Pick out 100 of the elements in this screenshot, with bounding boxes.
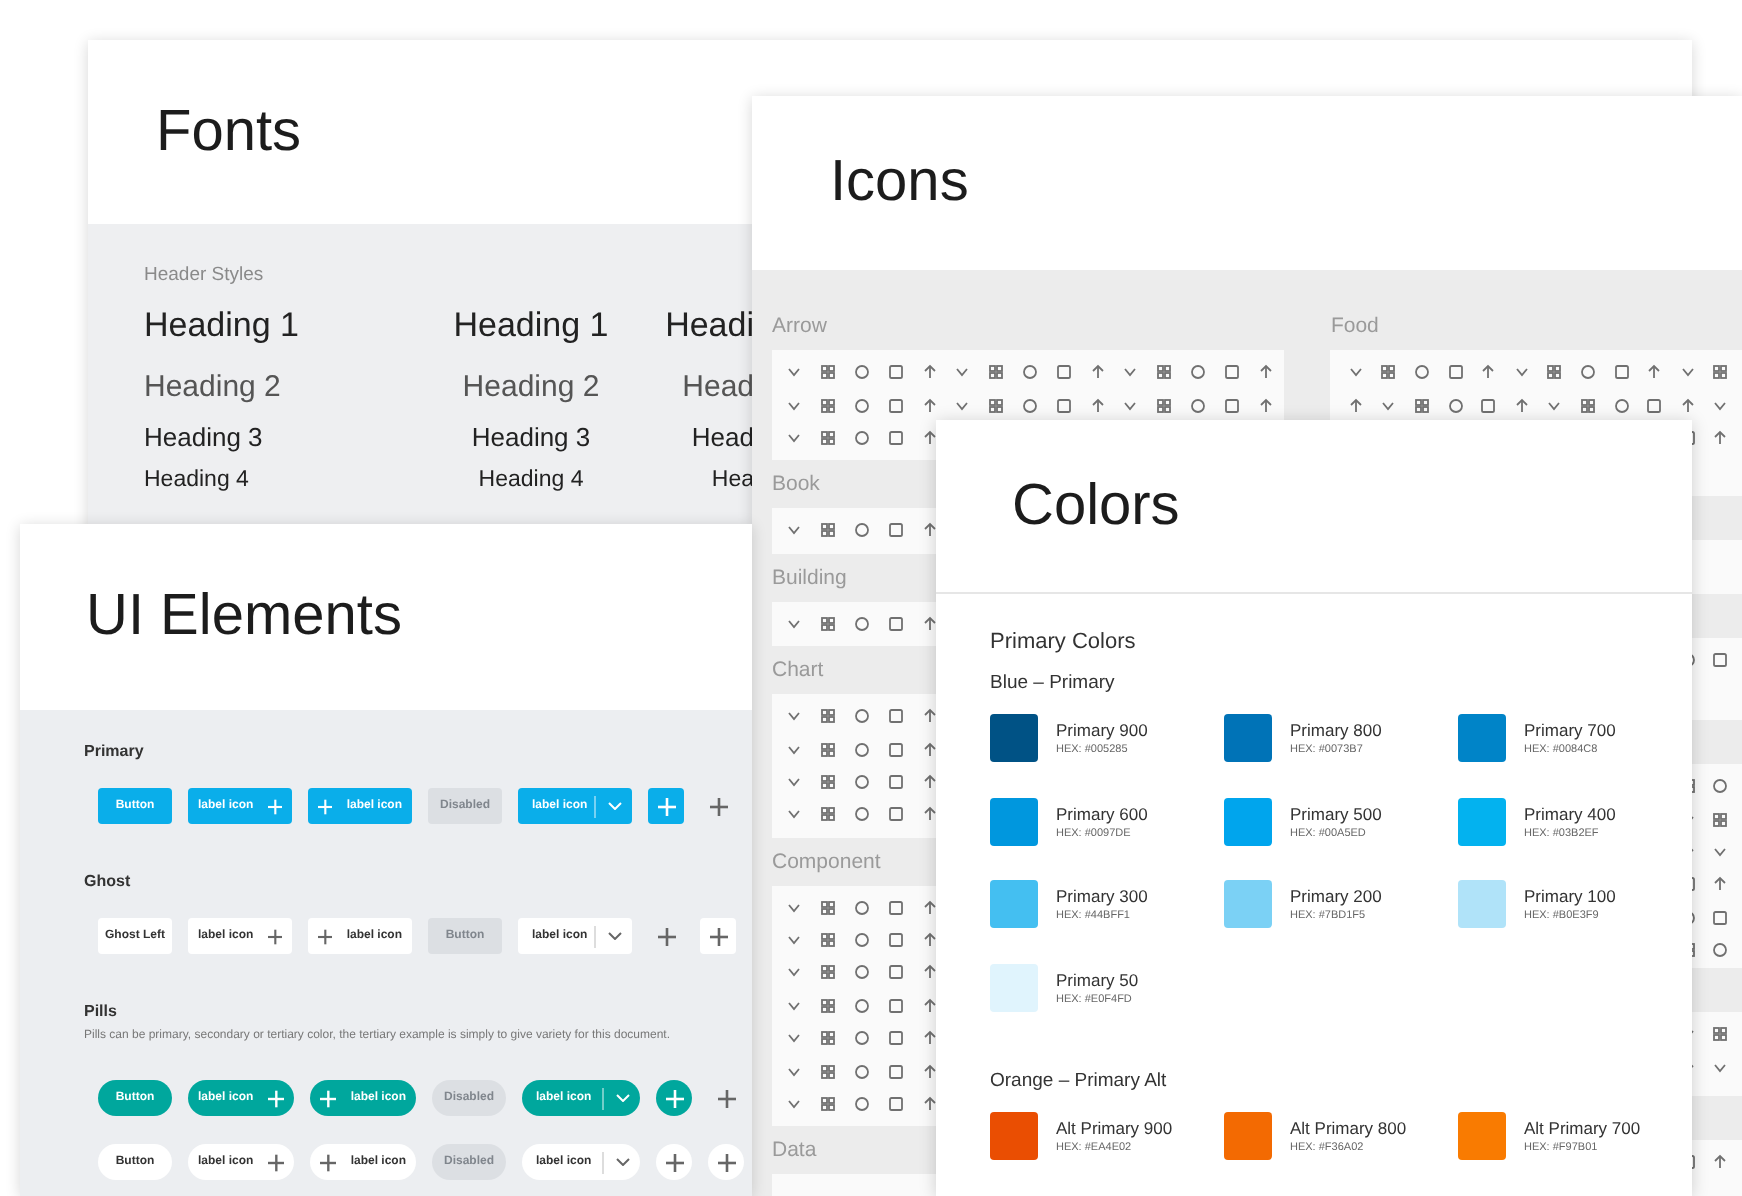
arrow-icon — [921, 899, 938, 916]
heading-sample: Head — [691, 424, 754, 456]
arrow-icon — [921, 997, 938, 1014]
grid-icon — [820, 522, 837, 539]
grid-icon — [820, 397, 837, 414]
grid-icon — [988, 397, 1005, 414]
caret-icon — [616, 1094, 630, 1102]
arrow-icon — [921, 1063, 938, 1080]
plus-icon — [320, 1153, 337, 1171]
card-title: Icons — [830, 150, 969, 216]
chevron-icon — [1712, 1059, 1729, 1076]
arrow-icon — [921, 773, 938, 790]
grid-icon — [1579, 397, 1596, 414]
grid-icon — [1413, 397, 1430, 414]
arrow-icon — [1712, 876, 1729, 893]
plus-icon — [318, 797, 333, 815]
add-button[interactable] — [656, 1144, 692, 1180]
arrow-icon — [1712, 1154, 1729, 1171]
group-label: Ghost — [84, 872, 131, 892]
plus-icon — [267, 927, 282, 945]
arrow-icon — [921, 806, 938, 823]
section-label: Component — [772, 849, 881, 874]
caret-icon — [608, 802, 622, 810]
group-label: Pills — [84, 1002, 117, 1022]
grid-icon — [820, 615, 837, 632]
plus-icon — [709, 797, 727, 815]
color-name: Alt Primary 700 — [1524, 1117, 1641, 1137]
plus-icon — [267, 797, 282, 815]
grid-icon — [820, 364, 837, 381]
arrow-icon — [1347, 397, 1364, 414]
plus-icon — [657, 927, 675, 945]
add-button[interactable] — [656, 1080, 692, 1116]
plus-icon — [318, 927, 333, 945]
color-name: Primary 400 — [1524, 803, 1616, 823]
color-name: Primary 500 — [1290, 803, 1382, 823]
heading-sample: Headi — [665, 308, 754, 348]
grid-icon — [1712, 1026, 1729, 1043]
arrow-icon — [1679, 397, 1696, 414]
plus-icon — [267, 1089, 284, 1107]
arrow-icon — [1480, 364, 1497, 381]
arrow-icon — [921, 615, 938, 632]
grid-icon — [1546, 364, 1563, 381]
arrow-icon — [921, 364, 938, 381]
color-name: Primary 100 — [1524, 886, 1616, 906]
grid-icon — [820, 1063, 837, 1080]
add-button[interactable] — [700, 918, 736, 954]
arrow-icon — [921, 1030, 938, 1047]
heading-sample: Heading 4 — [144, 470, 249, 496]
grid-icon — [988, 364, 1005, 381]
section-label: Arrow — [772, 314, 827, 338]
section-label: Header Styles — [144, 264, 264, 286]
plus-icon — [717, 1153, 735, 1171]
grid-icon — [820, 1096, 837, 1113]
color-name: Alt Primary 900 — [1056, 1117, 1173, 1137]
heading-sample: Hea — [711, 470, 754, 496]
grid-icon — [1712, 364, 1729, 381]
arrow-icon — [921, 1096, 938, 1113]
arrow-icon — [921, 741, 938, 758]
plus-icon — [709, 927, 727, 945]
arrow-icon — [1646, 364, 1663, 381]
section-label: Food — [1330, 314, 1379, 338]
arrow-icon — [921, 397, 938, 414]
section-label: Primary Colors — [990, 630, 1136, 654]
grid-icon — [1712, 811, 1729, 828]
add-button[interactable] — [708, 1144, 744, 1180]
color-name: Primary 700 — [1524, 720, 1616, 740]
arrow-icon — [921, 429, 938, 446]
card-title: UI Elements — [86, 584, 402, 650]
color-name: Primary 50 — [1056, 969, 1139, 989]
card-title: Colors — [1012, 473, 1180, 539]
heading-sample: Heading 3 — [144, 424, 263, 456]
chevron-icon — [786, 522, 803, 539]
plus-icon — [657, 797, 675, 815]
plus-icon — [267, 1153, 284, 1171]
add-button[interactable] — [648, 788, 684, 824]
section-label: Chart — [772, 657, 824, 682]
grid-icon — [820, 1030, 837, 1047]
grid-icon — [820, 932, 837, 949]
grid-icon — [820, 708, 837, 725]
grid-icon — [1156, 397, 1173, 414]
heading-sample: Heading 3 — [471, 424, 591, 456]
arrow-icon — [1257, 397, 1274, 414]
plus-icon — [665, 1089, 683, 1107]
grid-icon — [820, 806, 837, 823]
color-name: Primary 200 — [1290, 886, 1382, 906]
grid-icon — [1380, 364, 1397, 381]
color-name: Primary 300 — [1056, 886, 1148, 906]
color-name: Primary 800 — [1290, 720, 1382, 740]
plus-icon — [320, 1089, 337, 1107]
arrow-icon — [921, 932, 938, 949]
arrow-icon — [921, 522, 938, 539]
arrow-icon — [921, 964, 938, 981]
grid-icon — [820, 997, 837, 1014]
heading-sample: Heading 2 — [144, 372, 281, 408]
plus-icon — [665, 1153, 683, 1171]
section-label: Building — [772, 565, 847, 590]
grid-icon — [820, 741, 837, 758]
section-label: Data — [772, 1138, 817, 1163]
card-title: Fonts — [156, 99, 302, 165]
group-label: Orange – Primary Alt — [990, 1069, 1167, 1091]
